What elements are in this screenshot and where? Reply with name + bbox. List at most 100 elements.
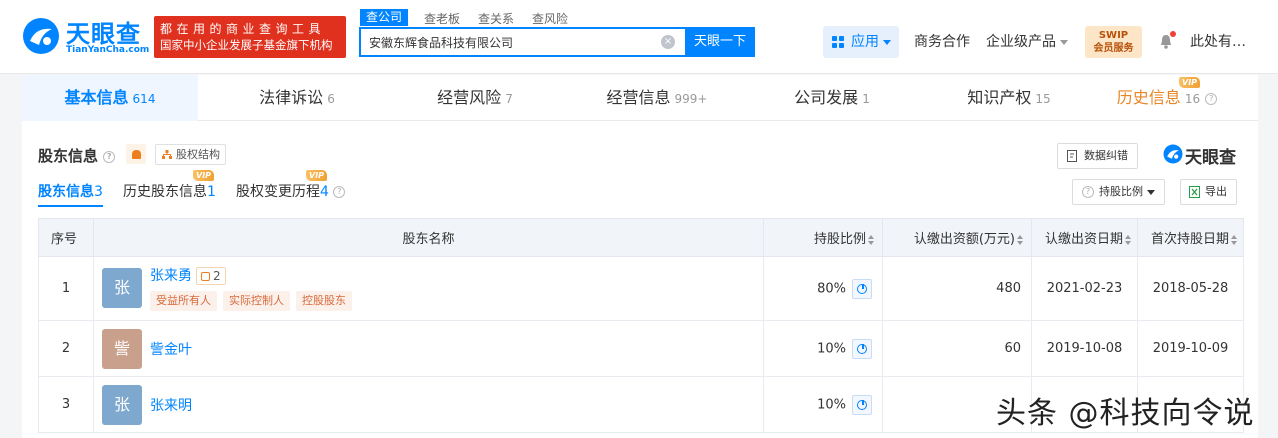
slogan-line-2: 国家中小企业发展子基金旗下机构: [160, 38, 333, 52]
data-correction-button[interactable]: 数据纠错: [1057, 143, 1138, 169]
table-header-row: 序号 股东名称 持股比例 认缴出资额(万元) 认缴出资日期 首次持股日期: [38, 218, 1244, 257]
tianyancha-logo-icon: [1163, 144, 1183, 164]
relation-chain-badge[interactable]: 2: [196, 267, 226, 285]
search-tab-relation[interactable]: 查关系: [478, 10, 514, 27]
pie-chart-icon[interactable]: [852, 338, 872, 359]
vip-badge: VIP: [193, 170, 215, 181]
user-menu[interactable]: 此处有…: [1190, 27, 1246, 57]
tab-label: 经营信息: [606, 88, 671, 107]
subtab-count: 4: [320, 184, 329, 200]
vip-badge: VIP: [306, 170, 328, 181]
subtab-count: 1: [207, 184, 216, 200]
nav-enterprise-label: 企业级产品: [986, 34, 1056, 50]
ratio-value: 10%: [817, 341, 846, 356]
export-button[interactable]: 导出: [1180, 179, 1237, 205]
brand-name-small: 天眼查: [1185, 148, 1236, 168]
top-bar: 天眼查 TianYanCha.com 都在用的商业查询工具 国家中小企业发展子基…: [0, 0, 1278, 74]
subtab-equity-changes[interactable]: 股权变更历程4 ?: [236, 181, 346, 201]
slogan-banner: 都在用的商业查询工具 国家中小企业发展子基金旗下机构: [154, 16, 346, 58]
subtab-label: 股东信息: [38, 184, 94, 200]
logo[interactable]: 天眼查 TianYanCha.com: [22, 14, 150, 56]
col-date[interactable]: 认缴出资日期: [1031, 218, 1138, 257]
subtab-label: 历史股东信息: [123, 184, 207, 200]
table-row: 1 张 张来勇 2 受益所有人 实际控制人 控股股东 80% 480 2021-02-…: [38, 256, 1244, 321]
sort-icon: [1125, 234, 1131, 245]
pie-chart-icon[interactable]: [852, 278, 872, 299]
equity-structure-button[interactable]: 股权结构: [155, 144, 226, 165]
table-row: 2 訾 訾金叶 10% 60 2019-10-08 2019-10-09: [38, 320, 1244, 377]
tag-actual-controller: 实际控制人: [223, 291, 290, 311]
help-icon[interactable]: ?: [1205, 92, 1218, 105]
subtab-shareholders[interactable]: 股东信息3: [38, 181, 103, 207]
col-first-date-label: 首次持股日期: [1150, 232, 1229, 247]
search-tab-company[interactable]: 查公司: [360, 9, 409, 26]
nav-enterprise[interactable]: 企业级产品: [986, 27, 1068, 57]
col-amount-label: 认缴出资额(万元): [913, 232, 1015, 247]
shareholder-name[interactable]: 訾金叶: [150, 339, 192, 359]
structure-icon: [162, 150, 172, 159]
ratio-value: 80%: [817, 281, 846, 296]
slogan-line-1: 都在用的商业查询工具: [160, 22, 326, 36]
tab-ip[interactable]: 知识产权 15: [934, 75, 1084, 121]
tab-operation-info[interactable]: 经营信息 999+: [577, 75, 737, 121]
subtab-history-shareholders[interactable]: 历史股东信息1: [123, 181, 216, 201]
tab-legal[interactable]: 法律诉讼 6: [222, 75, 372, 121]
tag-controlling-shareholder: 控股股东: [296, 291, 352, 311]
col-ratio[interactable]: 持股比例: [763, 218, 883, 257]
watermark: 头条 @科技向令说: [996, 396, 1255, 431]
tianyancha-logo-icon: [23, 18, 59, 54]
tab-label: 法律诉讼: [259, 88, 324, 107]
monitor-bell-icon[interactable]: [126, 144, 146, 164]
search-tab-boss[interactable]: 查老板: [424, 10, 460, 27]
avatar: 张: [102, 268, 142, 308]
shareholder-tags: 受益所有人 实际控制人 控股股东: [150, 291, 358, 311]
tab-history[interactable]: 历史信息 16 ?: [1112, 75, 1222, 121]
notification-bell-icon[interactable]: [1159, 31, 1176, 49]
apps-menu[interactable]: 应用: [823, 26, 899, 58]
first-date-cell: 2019-10-09: [1137, 320, 1244, 377]
date-cell: 2021-02-23: [1031, 256, 1138, 321]
search-tab-risk[interactable]: 查风险: [532, 10, 568, 27]
pie-chart-icon[interactable]: [852, 394, 872, 415]
col-amount[interactable]: 认缴出资额(万元): [882, 218, 1032, 257]
ratio-filter-dropdown[interactable]: ? 持股比例: [1072, 179, 1165, 205]
tab-development[interactable]: 公司发展 1: [762, 75, 902, 121]
row-index: 2: [38, 320, 94, 377]
avatar: 訾: [102, 329, 142, 369]
nav-business[interactable]: 商务合作: [914, 27, 970, 57]
tab-label: 基本信息: [64, 88, 129, 107]
apps-grid-icon: [832, 36, 844, 48]
shareholder-cell: 张 张来勇 2 受益所有人 实际控制人 控股股东: [93, 256, 764, 321]
shareholder-name[interactable]: 张来勇: [150, 268, 192, 284]
tab-operation-risk[interactable]: 经营风险 7: [400, 75, 550, 121]
content-card: 基本信息 614 法律诉讼 6 经营风险 7 经营信息 999+ 公司发展 1 知识产权 1…: [22, 75, 1258, 438]
help-icon[interactable]: ?: [103, 150, 116, 163]
chevron-down-icon: [1147, 189, 1155, 195]
chevron-down-icon: [883, 39, 891, 45]
col-ratio-label: 持股比例: [813, 232, 866, 247]
shareholder-name[interactable]: 张来明: [150, 395, 192, 415]
subtab-label: 股权变更历程: [236, 184, 320, 200]
help-icon[interactable]: ?: [333, 186, 346, 198]
search-button[interactable]: 天眼一下: [685, 27, 755, 57]
shareholder-name-row: 张来勇 2: [150, 265, 226, 285]
tab-count: 1: [862, 92, 870, 106]
ratio-value: 10%: [817, 397, 846, 412]
clear-icon[interactable]: ×: [661, 35, 675, 49]
section-title-label: 股东信息: [38, 147, 99, 165]
sort-icon: [1231, 234, 1237, 245]
vip-badge: VIP: [1179, 77, 1201, 88]
subtab-count: 3: [94, 184, 103, 200]
main-tabs: 基本信息 614 法律诉讼 6 经营风险 7 经营信息 999+ 公司发展 1 知识产权 1…: [22, 75, 1258, 121]
brand-domain: TianYanCha.com: [66, 45, 150, 55]
shareholder-cell: 张 张来明: [93, 376, 764, 433]
first-date-cell: 2018-05-28: [1137, 256, 1244, 321]
sort-icon: [1017, 234, 1023, 245]
export-label: 导出: [1205, 185, 1227, 198]
user-name: 此处有…: [1190, 34, 1246, 50]
swip-member-button[interactable]: SWIP 会员服务: [1085, 26, 1142, 58]
tab-basic-info[interactable]: 基本信息 614: [22, 75, 198, 121]
search-input[interactable]: [361, 29, 651, 55]
col-first-date[interactable]: 首次持股日期: [1137, 218, 1244, 257]
row-index: 1: [38, 256, 94, 321]
